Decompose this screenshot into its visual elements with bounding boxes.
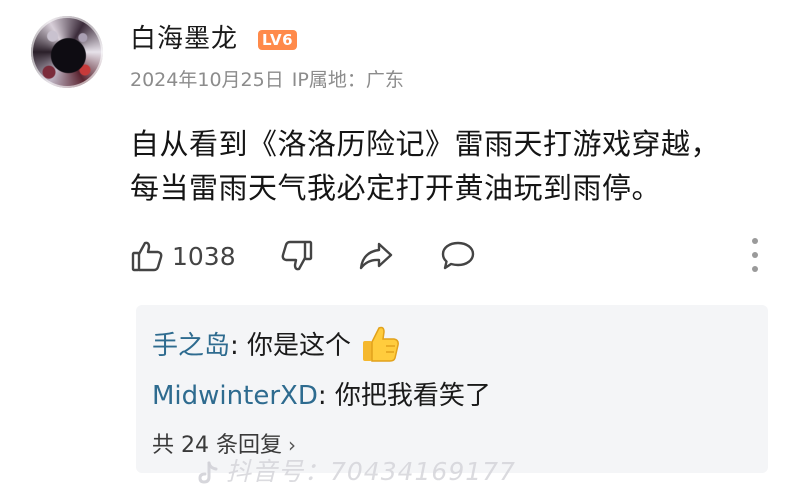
dislike-icon bbox=[281, 240, 313, 271]
reply-text: 你把我看笑了 bbox=[334, 381, 491, 411]
reply-separator: : bbox=[317, 381, 335, 411]
reply-item[interactable]: 手之岛: 你是这个 bbox=[152, 326, 401, 365]
comment-icon bbox=[441, 241, 475, 270]
share-button[interactable] bbox=[358, 234, 394, 278]
replies-panel: 手之岛: 你是这个 MidwinterXD: 你把我看笑了 共 24 条回复 › bbox=[136, 305, 768, 473]
reply-author[interactable]: 手之岛 bbox=[152, 331, 230, 361]
username[interactable]: 白海墨龙 bbox=[130, 22, 238, 56]
like-button[interactable]: 1038 bbox=[130, 234, 236, 278]
douyin-logo-icon bbox=[198, 461, 218, 484]
like-count: 1038 bbox=[172, 241, 236, 271]
reply-item[interactable]: MidwinterXD: 你把我看笑了 bbox=[152, 377, 491, 415]
comment-line-2: 每当雷雨天气我必定打开黄油玩到雨停。 bbox=[130, 171, 662, 205]
comment-line-1: 自从看到《洛洛历险记》雷雨天打游戏穿越， bbox=[130, 127, 721, 161]
comment-page: 白海墨龙 LV6 2024年10月25日 IP属地：广东 自从看到《洛洛历险记》… bbox=[0, 0, 800, 499]
level-badge: LV6 bbox=[258, 30, 298, 50]
share-icon bbox=[359, 242, 393, 270]
comment-date: 2024年10月25日 bbox=[130, 69, 284, 91]
reply-author[interactable]: MidwinterXD bbox=[152, 381, 318, 411]
watermark-text: 抖音号：70434169177 bbox=[226, 457, 516, 486]
dislike-button[interactable] bbox=[280, 234, 314, 278]
reply-button[interactable] bbox=[440, 234, 476, 278]
comment-content: 自从看到《洛洛历险记》雷雨天打游戏穿越， 每当雷雨天气我必定打开黄油玩到雨停。 bbox=[130, 122, 780, 210]
comment-meta: 2024年10月25日 IP属地：广东 bbox=[130, 66, 404, 94]
watermark: 抖音号：70434169177 bbox=[198, 452, 516, 488]
reply-text: 你是这个 bbox=[247, 331, 352, 361]
like-icon bbox=[131, 241, 163, 272]
more-icon[interactable] bbox=[748, 238, 762, 272]
ip-location: IP属地：广东 bbox=[291, 69, 404, 91]
thumbs-up-emoji bbox=[363, 326, 399, 362]
reply-separator: : bbox=[230, 331, 248, 361]
avatar[interactable] bbox=[31, 16, 103, 88]
